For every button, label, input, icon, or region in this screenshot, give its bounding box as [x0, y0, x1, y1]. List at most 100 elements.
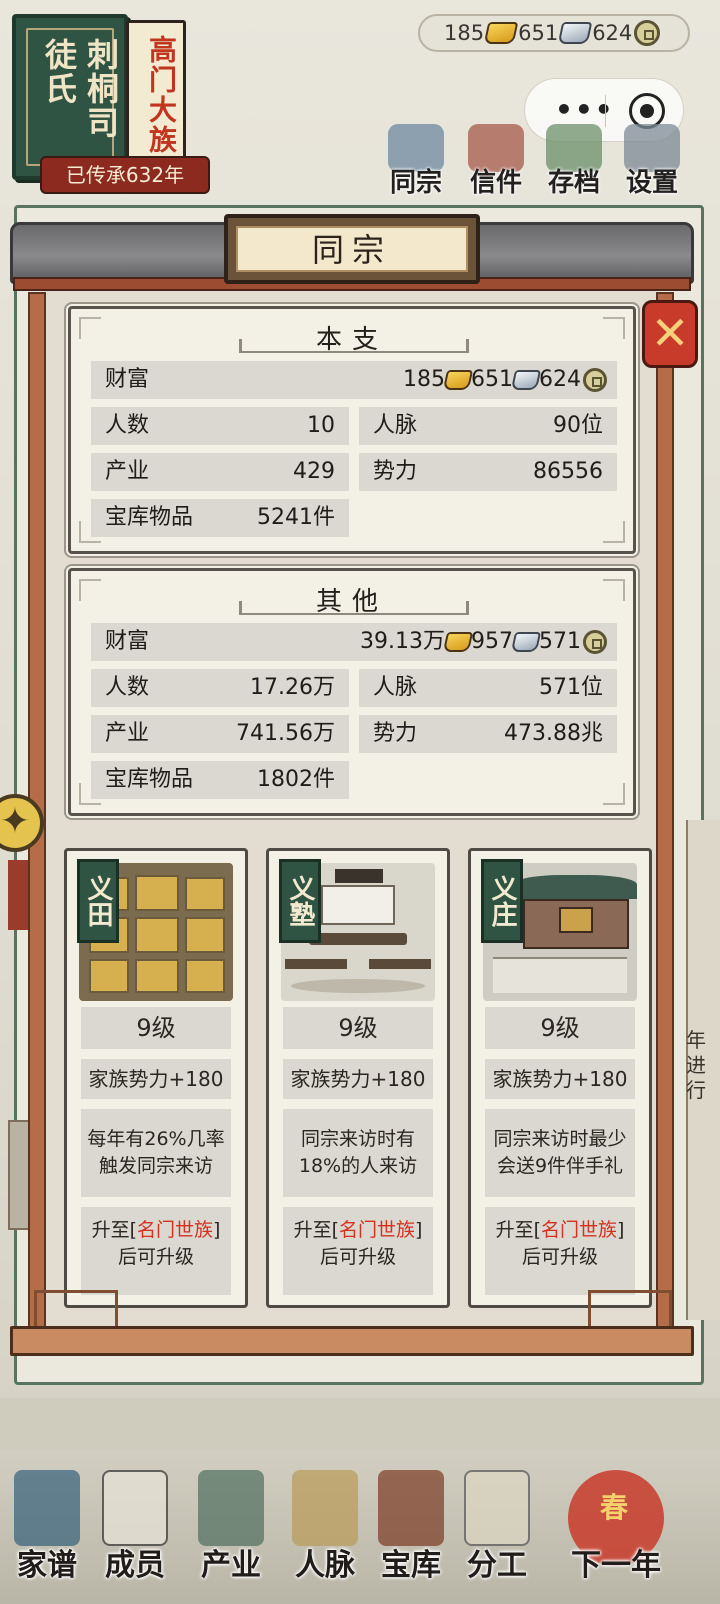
nav-next-year[interactable]: 春 下一年 [556, 1450, 676, 1604]
copper-coin-icon [583, 630, 607, 654]
industry-value: 741.56万 [236, 721, 335, 746]
corner-ornament [603, 521, 625, 543]
wealth-gold: 185 [403, 367, 445, 392]
panel-fence-left [34, 1290, 118, 1330]
industry-value: 429 [293, 459, 335, 484]
nav-label: 家谱 [17, 1548, 77, 1583]
industry-row: 产业 429 [91, 453, 349, 491]
facility-bonus: 家族势力+180 [81, 1059, 231, 1099]
vault-row: 宝库物品 1802件 [91, 761, 349, 799]
nav-label: 人脉 [295, 1548, 355, 1583]
facility-description: 每年有26%几率触发同宗来访 [81, 1109, 231, 1197]
card-title: 本支 [315, 325, 388, 355]
vault-row: 宝库物品 5241件 [91, 499, 349, 537]
vault-value: 5241件 [257, 505, 335, 530]
top-nav-clan[interactable]: 同宗 [378, 120, 454, 198]
top-nav-label: 同宗 [389, 168, 442, 198]
requirement-rank: 名门世族 [540, 1219, 617, 1241]
nav-label: 分工 [467, 1548, 527, 1583]
vault-label: 宝库物品 [105, 505, 194, 530]
people-value: 17.26万 [250, 675, 335, 700]
gold-ingot-icon [483, 22, 519, 44]
top-nav-save[interactable]: 存档 [536, 120, 612, 198]
nav-division[interactable]: 分工 [456, 1450, 538, 1604]
facility-card-fields[interactable]: 义田 9级 家族势力+180 每年有26%几率触发同宗来访 升至[名门世族]后可… [64, 848, 248, 1308]
bottom-nav: 家谱 成员 产业 人脉 宝库 分工 春 下一年 [0, 1450, 720, 1604]
power-value: 473.88兆 [504, 721, 603, 746]
facility-description-text: 同宗来访时有18%的人来访 [298, 1128, 418, 1177]
close-button[interactable]: ✕ [642, 300, 698, 368]
spring-badge: 春 [600, 1491, 629, 1524]
member-portrait-icon [102, 1470, 168, 1546]
inherit-years-banner: 已传承632年 [40, 156, 210, 194]
wealth-silver: 957 [471, 629, 513, 654]
gold-amount: 185 [444, 21, 485, 45]
nav-members[interactable]: 成员 [94, 1450, 176, 1604]
resource-bar: 185 651 624 [418, 14, 690, 52]
corner-ornament [603, 783, 625, 805]
facility-bonus: 家族势力+180 [485, 1059, 635, 1099]
facility-bonus: 家族势力+180 [283, 1059, 433, 1099]
top-nav-label: 存档 [547, 168, 600, 198]
power-row: 势力 86556 [359, 453, 617, 491]
clan-rank: 高门大族 [145, 35, 178, 155]
gold-ingot-icon [442, 370, 474, 390]
panel-pillar-right [656, 292, 674, 1332]
wealth-gold: 39.13万 [360, 629, 445, 654]
facility-card-manor[interactable]: 义庄 9级 家族势力+180 同宗来访时最少会送9件伴手礼 升至[名门世族]后可… [468, 848, 652, 1308]
copper-coin-icon [634, 20, 661, 46]
nav-label: 产业 [201, 1548, 261, 1583]
silver-ingot-icon [557, 22, 593, 44]
power-value: 86556 [533, 459, 603, 484]
top-nav-label: 信件 [469, 168, 522, 198]
wealth-value: 185 651 624 [403, 361, 607, 399]
facility-description-text: 同宗来访时最少会送9件伴手礼 [493, 1128, 627, 1177]
industry-label: 产业 [105, 459, 150, 484]
network-row: 人脉 90位 [359, 407, 617, 445]
panel-base [10, 1326, 694, 1356]
nav-label: 下一年 [571, 1548, 661, 1583]
building-icon [198, 1470, 264, 1546]
vault-label: 宝库物品 [105, 767, 194, 792]
clan-rank-book[interactable]: 高门大族 [126, 20, 186, 170]
network-value: 90位 [553, 413, 603, 438]
requirement-prefix: 升至[ [495, 1219, 541, 1241]
wealth-coin: 624 [539, 367, 581, 392]
top-nav-letters[interactable]: 信件 [458, 120, 534, 198]
facility-tag: 义庄 [481, 859, 523, 943]
power-row: 势力 473.88兆 [359, 715, 617, 753]
people-value: 10 [307, 413, 335, 438]
clan-name: 刺桐司徒氏 [40, 38, 120, 140]
background-left-tab-2 [8, 1120, 30, 1230]
facility-requirement: 升至[名门世族]后可升级 [81, 1207, 231, 1295]
industry-row: 产业 741.56万 [91, 715, 349, 753]
scroll-icon [464, 1470, 530, 1546]
facility-tag: 义塾 [279, 859, 321, 943]
power-label: 势力 [373, 459, 418, 484]
requirement-rank: 名门世族 [136, 1219, 213, 1241]
silver-amount: 651 [518, 21, 559, 45]
facility-tag: 义田 [77, 859, 119, 943]
gold-ingot-icon [442, 632, 474, 652]
requirement-prefix: 升至[ [91, 1219, 137, 1241]
silver-ingot-icon [510, 632, 542, 652]
nav-industry[interactable]: 产业 [190, 1450, 272, 1604]
facility-card-school[interactable]: 义塾 9级 家族势力+180 同宗来访时有18%的人来访 升至[名门世族]后可升… [266, 848, 450, 1308]
network-label: 人脉 [373, 675, 418, 700]
people-label: 人数 [105, 413, 150, 438]
coin-amount: 624 [592, 21, 633, 45]
wealth-label: 财富 [105, 367, 150, 392]
top-nav-settings[interactable]: 设置 [614, 120, 690, 198]
panel-title-plaque: 同宗 [224, 214, 480, 284]
background-side-text: 年进行 [686, 1028, 706, 1102]
main-branch-card: 本支 财富 185 651 624 人数 10 人脉 90位 产业 429 势力… [68, 306, 636, 554]
nav-network[interactable]: 人脉 [284, 1450, 366, 1604]
people-label: 人数 [105, 675, 150, 700]
facility-description: 同宗来访时最少会送9件伴手礼 [485, 1109, 635, 1197]
close-x-icon: ✕ [650, 306, 690, 360]
nav-genealogy[interactable]: 家谱 [6, 1450, 88, 1604]
nav-vault[interactable]: 宝库 [370, 1450, 452, 1604]
facility-description: 同宗来访时有18%的人来访 [283, 1109, 433, 1197]
people-row: 人数 17.26万 [91, 669, 349, 707]
wealth-silver: 651 [471, 367, 513, 392]
